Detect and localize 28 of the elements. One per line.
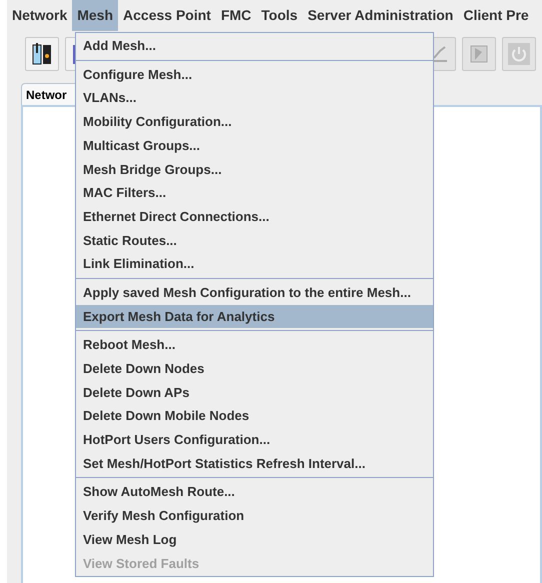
menu-item[interactable]: Export Mesh Data for Analytics [76, 304, 433, 328]
menu-bar-item[interactable]: Mesh [72, 0, 118, 31]
menu-item[interactable]: Apply saved Mesh Configuration to the entire Mesh... [76, 280, 433, 305]
menu-bar-item[interactable]: FMC [216, 0, 256, 31]
menu-item[interactable]: Mobility Configuration... [76, 110, 433, 134]
menu-item[interactable]: MAC Filters... [76, 181, 433, 205]
menu-item[interactable]: Delete Down Nodes [76, 356, 433, 381]
menu-item[interactable]: Delete Down Mobile Nodes [76, 404, 433, 428]
menu-bar-item[interactable]: Access Point [118, 0, 216, 31]
power-icon[interactable] [502, 37, 536, 71]
menu-bar-item[interactable]: Client Pre [458, 0, 534, 31]
menu-item[interactable]: HotPort Users Configuration... [76, 428, 433, 452]
menu-item[interactable]: View Mesh Log [76, 528, 433, 552]
menu-item[interactable]: Show AutoMesh Route... [76, 480, 433, 504]
menu-bar-item[interactable]: Tools [256, 0, 303, 31]
menu-item[interactable]: Delete Down APs [76, 380, 433, 404]
server-rack-icon[interactable] [25, 37, 59, 71]
menu-item[interactable]: Ethernet Direct Connections... [76, 204, 433, 228]
menu-item[interactable]: Add Mesh... [76, 34, 433, 58]
menu-item[interactable]: Mesh Bridge Groups... [76, 157, 433, 182]
menu-bar-item[interactable]: Server Administration [302, 0, 458, 31]
menu-item[interactable]: Verify Mesh Configuration [76, 504, 433, 528]
menu-item[interactable]: Reboot Mesh... [76, 333, 433, 357]
menu-item[interactable]: Static Routes... [76, 228, 433, 252]
menu-bar-item[interactable]: Network [7, 0, 72, 31]
menu-item[interactable]: Set Mesh/HotPort Statistics Refresh Interval... [76, 452, 433, 476]
menu-item[interactable]: Multicast Groups... [76, 134, 433, 158]
menu-item[interactable]: Link Elimination... [76, 252, 433, 276]
